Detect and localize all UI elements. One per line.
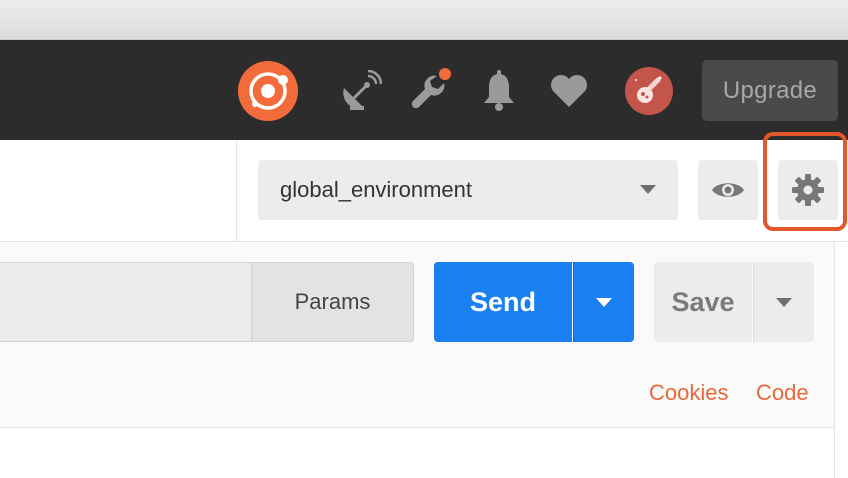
save-options-button[interactable] bbox=[753, 262, 814, 342]
environment-bar: global_environment bbox=[0, 140, 848, 242]
chevron-down-icon bbox=[776, 298, 792, 307]
params-button[interactable]: Params bbox=[251, 262, 414, 342]
request-tabs-area bbox=[0, 428, 834, 478]
cookies-link[interactable]: Cookies bbox=[649, 380, 728, 406]
bell-icon[interactable] bbox=[480, 70, 518, 112]
app-header: Upgrade bbox=[0, 40, 848, 140]
chevron-down-icon bbox=[596, 298, 612, 307]
request-url-input[interactable] bbox=[0, 262, 252, 342]
send-options-button[interactable] bbox=[573, 262, 634, 342]
scrollbar[interactable] bbox=[834, 242, 848, 478]
save-button[interactable]: Save bbox=[654, 262, 752, 342]
notification-dot bbox=[439, 68, 451, 80]
upgrade-button[interactable]: Upgrade bbox=[702, 60, 838, 121]
environment-quick-look-button[interactable] bbox=[698, 160, 758, 220]
request-builder: Params Send Save Cookies Code bbox=[0, 242, 834, 478]
code-link[interactable]: Code bbox=[756, 380, 809, 406]
send-button[interactable]: Send bbox=[434, 262, 572, 342]
window-title-bar bbox=[0, 0, 848, 40]
wrench-icon[interactable] bbox=[407, 66, 455, 114]
gear-icon bbox=[792, 174, 824, 206]
chevron-down-icon bbox=[640, 185, 656, 194]
avatar[interactable] bbox=[624, 66, 674, 116]
satellite-dish-icon[interactable] bbox=[338, 70, 382, 114]
environment-select-value: global_environment bbox=[280, 177, 473, 202]
manage-environments-button[interactable] bbox=[778, 160, 838, 220]
environment-select[interactable]: global_environment bbox=[258, 160, 678, 220]
eye-icon bbox=[712, 183, 744, 197]
divider bbox=[236, 140, 237, 242]
postman-logo-icon[interactable] bbox=[237, 60, 299, 122]
heart-icon[interactable] bbox=[548, 70, 590, 110]
